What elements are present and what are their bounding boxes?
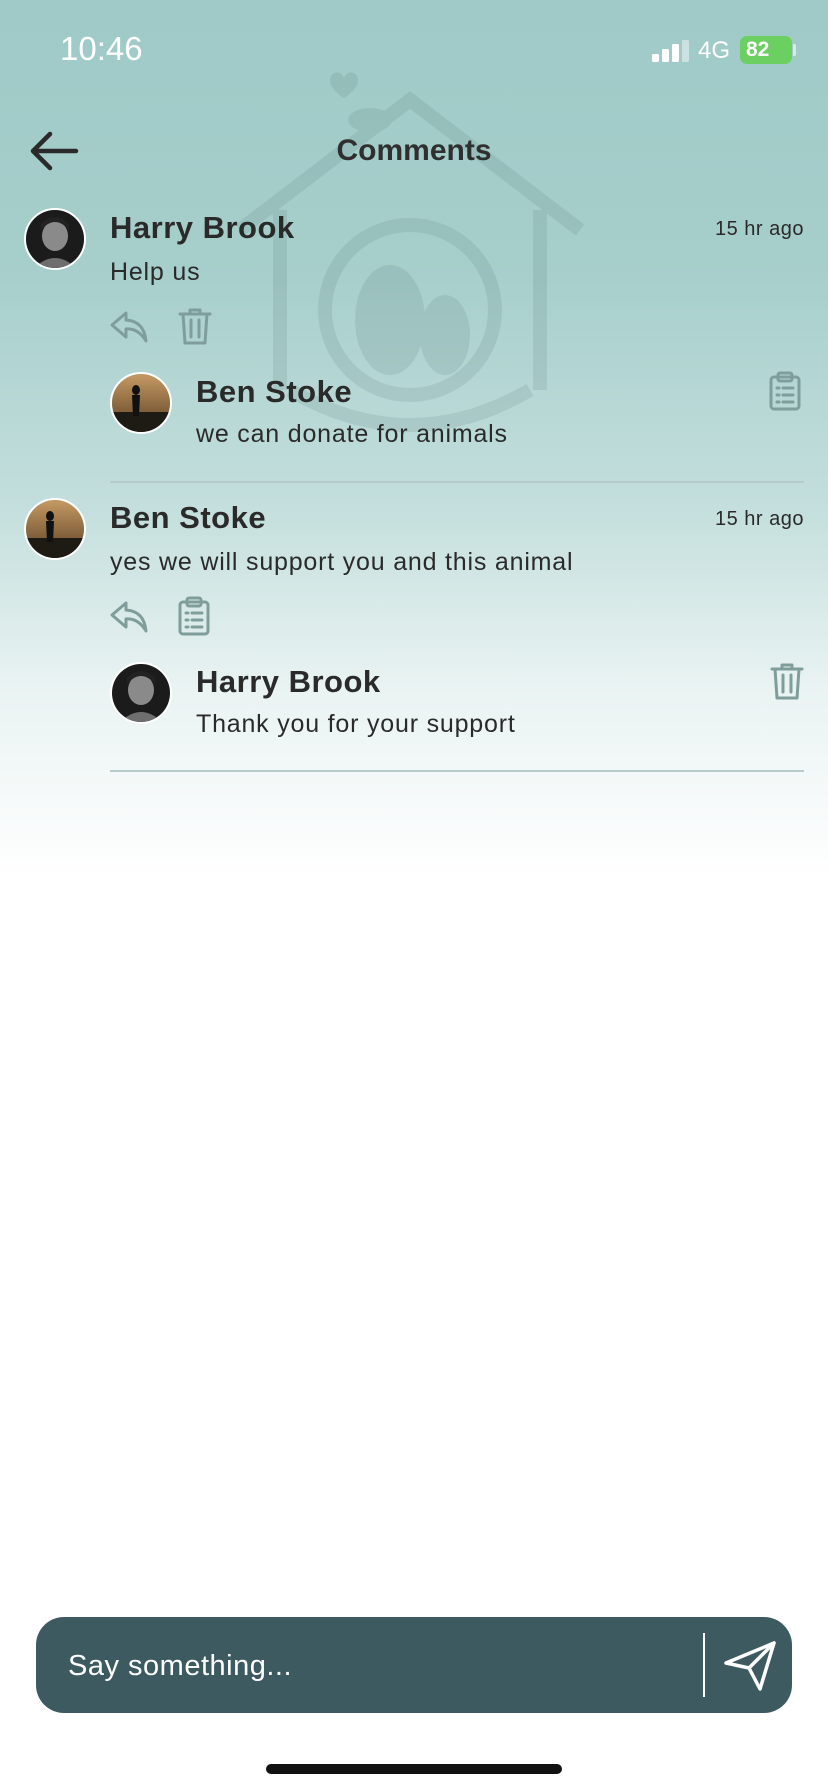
cellular-signal-icon xyxy=(652,40,689,62)
battery-icon: 82 xyxy=(740,36,792,64)
reply-text: Thank you for your support xyxy=(196,710,516,738)
send-icon[interactable] xyxy=(720,1635,780,1695)
status-bar: 10:46 4G 82 xyxy=(0,0,828,100)
home-indicator[interactable] xyxy=(266,1764,562,1774)
avatar[interactable] xyxy=(110,662,172,724)
avatar[interactable] xyxy=(24,208,86,270)
composer-divider xyxy=(703,1633,705,1697)
comment-timestamp: 15 hr ago xyxy=(714,218,804,240)
battery-level: 82 xyxy=(746,38,770,61)
trash-icon[interactable] xyxy=(766,660,808,702)
reply-text: we can donate for animals xyxy=(196,420,508,448)
shelter-watermark-icon xyxy=(235,72,585,432)
comment-author[interactable]: Harry Brook xyxy=(110,210,295,246)
comment-divider xyxy=(110,770,804,772)
network-type-label: 4G xyxy=(698,37,731,64)
trash-icon[interactable] xyxy=(174,305,216,347)
clipboard-icon[interactable] xyxy=(764,370,806,412)
reply-author[interactable]: Harry Brook xyxy=(196,664,381,700)
reply-icon[interactable] xyxy=(108,595,150,637)
comment-divider xyxy=(110,481,804,483)
comment-composer xyxy=(36,1617,792,1715)
reply-author[interactable]: Ben Stoke xyxy=(196,374,352,410)
comment-author[interactable]: Ben Stoke xyxy=(110,500,266,536)
comment-text: Help us xyxy=(110,258,201,286)
comment-input[interactable] xyxy=(66,1617,730,1715)
page-title: Comments xyxy=(336,134,492,167)
person-photo-icon xyxy=(26,210,84,268)
battery-cap xyxy=(793,44,796,56)
avatar[interactable] xyxy=(110,372,172,434)
status-time: 10:46 xyxy=(60,30,143,67)
person-photo-icon xyxy=(26,500,84,558)
clipboard-icon[interactable] xyxy=(173,595,215,637)
person-photo-icon xyxy=(112,664,170,722)
avatar[interactable] xyxy=(24,498,86,560)
comment-timestamp: 15 hr ago xyxy=(714,508,804,530)
comment-text: yes we will support you and this animal xyxy=(110,548,574,576)
reply-icon[interactable] xyxy=(108,305,150,347)
person-photo-icon xyxy=(112,374,170,432)
